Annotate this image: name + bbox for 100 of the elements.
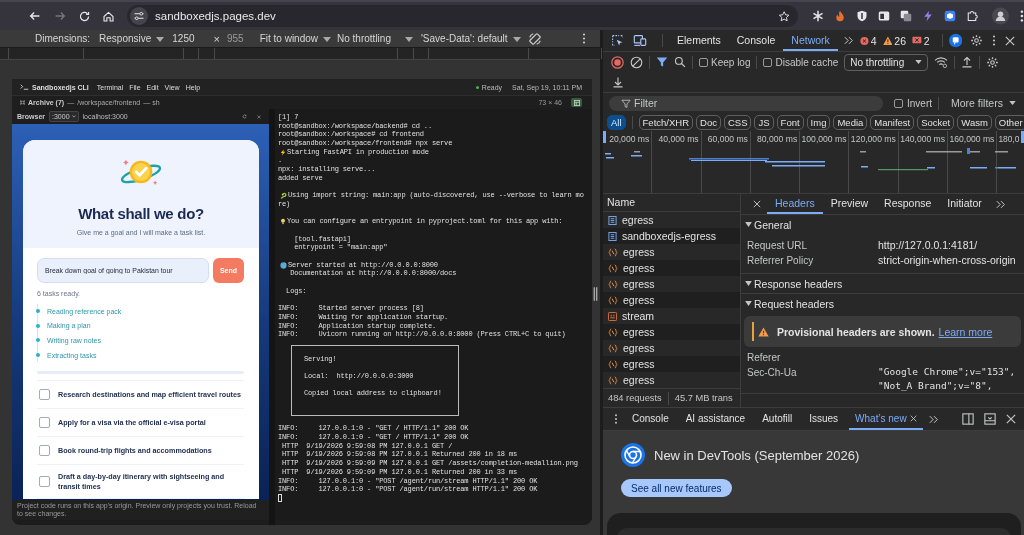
request-row[interactable]: egress: [603, 356, 740, 372]
throttling-select[interactable]: No throttling: [844, 53, 929, 71]
type-filter-chip[interactable]: Manifest: [870, 114, 915, 130]
height-field[interactable]: 955: [227, 33, 244, 44]
type-filter-chip[interactable]: CSS: [723, 114, 752, 130]
section-header[interactable]: Request headers: [741, 294, 1024, 313]
upload-icon[interactable]: [961, 56, 974, 68]
star-icon[interactable]: [777, 9, 791, 23]
back-icon[interactable]: [28, 9, 42, 23]
warning-icon[interactable]: [882, 35, 893, 46]
section-header[interactable]: General: [741, 215, 1024, 234]
settings-icon[interactable]: [986, 55, 1000, 69]
menu-icon[interactable]: [1020, 9, 1024, 23]
inspect-icon[interactable]: [611, 34, 624, 47]
dock-bottom-icon[interactable]: [984, 413, 996, 425]
type-filter-chip[interactable]: Fetch/XHR: [638, 114, 694, 130]
request-row[interactable]: egress: [603, 340, 740, 356]
download-icon[interactable]: [612, 76, 624, 88]
address-bar[interactable]: sandboxedjs.pages.dev: [127, 5, 798, 27]
flame-icon[interactable]: [834, 10, 847, 22]
save-data-dropdown[interactable]: 'Save-Data': default: [420, 33, 521, 44]
settings-icon[interactable]: [970, 34, 983, 47]
record-icon[interactable]: [611, 55, 624, 69]
drawer-tab[interactable]: Autofill: [756, 408, 799, 430]
dock-side-icon[interactable]: [962, 413, 974, 425]
see-all-features-button[interactable]: See all new features: [621, 479, 732, 497]
warning-count[interactable]: 26: [894, 34, 907, 47]
checkbox-label[interactable]: Invert: [907, 97, 932, 109]
throttling-dropdown[interactable]: No throttling: [337, 33, 413, 44]
avatar-icon[interactable]: [992, 7, 1010, 25]
home-icon[interactable]: [102, 9, 115, 23]
request-row[interactable]: egress: [603, 260, 740, 276]
drawer-tab[interactable]: AI assistance: [679, 408, 752, 430]
refresh-icon[interactable]: [242, 114, 247, 119]
keep-log-checkbox[interactable]: [699, 57, 708, 67]
request-row[interactable]: sandboxedjs-egress: [603, 228, 740, 244]
request-row[interactable]: egress: [603, 244, 740, 260]
detail-tab[interactable]: Preview: [822, 194, 877, 214]
devtools-tab[interactable]: Elements: [669, 30, 729, 51]
checkbox-label[interactable]: Disable cache: [775, 56, 839, 68]
type-filter-chip[interactable]: Img: [806, 114, 831, 130]
copy-icon[interactable]: [900, 10, 913, 22]
close-icon[interactable]: [753, 200, 761, 208]
detail-tab[interactable]: Headers: [767, 194, 823, 214]
type-filter-chip[interactable]: All: [607, 114, 626, 130]
assistant-icon[interactable]: [948, 33, 962, 48]
detail-tab[interactable]: Initiator: [939, 194, 990, 214]
double-chevron-icon[interactable]: [928, 414, 939, 424]
rotate-icon[interactable]: [527, 31, 542, 46]
cube-icon[interactable]: [944, 10, 957, 22]
devtools-tab[interactable]: Network: [783, 30, 838, 51]
type-filter-chip[interactable]: Other: [994, 114, 1024, 130]
window-icon[interactable]: [878, 10, 891, 22]
more-icon[interactable]: [614, 413, 618, 425]
type-filter-chip[interactable]: Socket: [917, 114, 955, 130]
filter-icon[interactable]: [656, 56, 668, 68]
clear-icon[interactable]: [630, 55, 643, 69]
request-row[interactable]: egress: [603, 212, 740, 228]
network-settings-icon[interactable]: [934, 56, 949, 68]
more-icon[interactable]: [581, 32, 586, 45]
shield-icon[interactable]: [856, 10, 869, 22]
type-filter-chip[interactable]: Wasm: [957, 114, 992, 130]
request-row[interactable]: egress: [603, 292, 740, 308]
close-icon[interactable]: [1006, 414, 1016, 424]
more-filters-dropdown[interactable]: More filters: [951, 97, 1016, 109]
disable-cache-checkbox[interactable]: [763, 57, 773, 67]
resize-handle-icon[interactable]: [593, 287, 598, 301]
detail-tab[interactable]: Response: [876, 194, 940, 214]
asterisk-icon[interactable]: [812, 10, 825, 22]
close-icon[interactable]: [909, 414, 917, 422]
task-checkbox[interactable]: [39, 445, 50, 457]
close-icon[interactable]: [1005, 35, 1015, 46]
request-row[interactable]: egress: [603, 324, 740, 340]
site-info-icon[interactable]: [130, 7, 148, 25]
reload-icon[interactable]: [78, 9, 91, 23]
section-header[interactable]: Response headers: [741, 274, 1024, 293]
error-count[interactable]: 4: [870, 34, 877, 47]
drawer-tab[interactable]: Console: [626, 408, 675, 430]
invert-checkbox[interactable]: [894, 98, 903, 108]
more-icon[interactable]: [992, 34, 996, 47]
layout-button[interactable]: [571, 98, 582, 107]
type-filter-chip[interactable]: Doc: [696, 114, 721, 130]
double-chevron-icon[interactable]: [995, 199, 1006, 209]
puzzle-icon[interactable]: [966, 10, 979, 22]
device-icon[interactable]: [633, 34, 647, 47]
issue-count[interactable]: 2: [923, 34, 930, 47]
task-checkbox[interactable]: [39, 476, 50, 488]
issue-icon[interactable]: [912, 36, 922, 45]
search-icon[interactable]: [674, 56, 686, 68]
filter-field[interactable]: Filter: [609, 95, 883, 111]
type-filter-chip[interactable]: JS: [754, 114, 774, 130]
checkbox-label[interactable]: Keep log: [711, 56, 751, 68]
task-checkbox[interactable]: [39, 417, 50, 429]
double-chevron-icon[interactable]: [843, 36, 854, 45]
learn-more-link[interactable]: Learn more: [938, 325, 993, 338]
column-header[interactable]: Name: [603, 194, 740, 212]
device-dropdown[interactable]: Responsive: [99, 33, 165, 44]
width-field[interactable]: 1250: [172, 33, 195, 44]
task-checkbox[interactable]: [39, 389, 50, 401]
request-row[interactable]: egress: [603, 276, 740, 292]
